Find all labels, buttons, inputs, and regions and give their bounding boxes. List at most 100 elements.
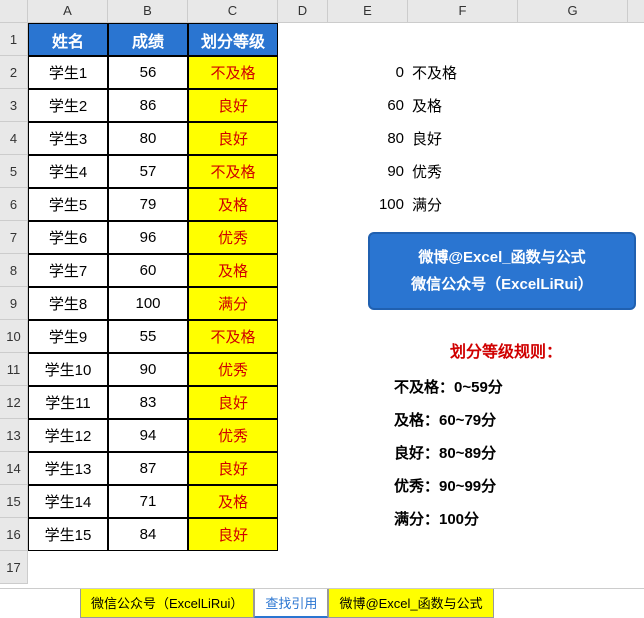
header-grade[interactable]: 划分等级 xyxy=(188,23,278,56)
lookup-threshold[interactable]: 60 xyxy=(328,89,408,122)
header-score[interactable]: 成绩 xyxy=(108,23,188,56)
col-header-E[interactable]: E xyxy=(328,0,408,22)
student-grade[interactable]: 良好 xyxy=(188,518,278,551)
student-score[interactable]: 56 xyxy=(108,56,188,89)
cell-B17[interactable] xyxy=(108,551,188,584)
student-grade[interactable]: 良好 xyxy=(188,452,278,485)
row-header-15[interactable]: 15 xyxy=(0,485,28,518)
row-header-7[interactable]: 7 xyxy=(0,221,28,254)
student-score[interactable]: 84 xyxy=(108,518,188,551)
student-name[interactable]: 学生10 xyxy=(28,353,108,386)
lookup-label[interactable]: 优秀 xyxy=(408,155,518,188)
lookup-label[interactable]: 不及格 xyxy=(408,56,518,89)
row-header-1[interactable]: 1 xyxy=(0,23,28,56)
cell-D17[interactable] xyxy=(278,551,328,584)
row-header-5[interactable]: 5 xyxy=(0,155,28,188)
cell-G4[interactable] xyxy=(518,122,628,155)
cell-F17[interactable] xyxy=(408,551,518,584)
student-grade[interactable]: 良好 xyxy=(188,386,278,419)
cell-G2[interactable] xyxy=(518,56,628,89)
row-header-14[interactable]: 14 xyxy=(0,452,28,485)
student-name[interactable]: 学生11 xyxy=(28,386,108,419)
cell-G3[interactable] xyxy=(518,89,628,122)
student-score[interactable]: 90 xyxy=(108,353,188,386)
row-header-4[interactable]: 4 xyxy=(0,122,28,155)
student-grade[interactable]: 优秀 xyxy=(188,353,278,386)
lookup-label[interactable]: 及格 xyxy=(408,89,518,122)
cell-D12[interactable] xyxy=(278,386,328,419)
lookup-threshold[interactable]: 80 xyxy=(328,122,408,155)
cell-A17[interactable] xyxy=(28,551,108,584)
student-grade[interactable]: 及格 xyxy=(188,188,278,221)
cell-E17[interactable] xyxy=(328,551,408,584)
col-header-A[interactable]: A xyxy=(28,0,108,22)
student-score[interactable]: 60 xyxy=(108,254,188,287)
cell-D11[interactable] xyxy=(278,353,328,386)
row-header-2[interactable]: 2 xyxy=(0,56,28,89)
cell-D15[interactable] xyxy=(278,485,328,518)
student-score[interactable]: 83 xyxy=(108,386,188,419)
student-name[interactable]: 学生12 xyxy=(28,419,108,452)
col-header-D[interactable]: D xyxy=(278,0,328,22)
row-header-9[interactable]: 9 xyxy=(0,287,28,320)
col-header-C[interactable]: C xyxy=(188,0,278,22)
cell-D2[interactable] xyxy=(278,56,328,89)
student-name[interactable]: 学生5 xyxy=(28,188,108,221)
sheet-tab[interactable]: 查找引用 xyxy=(254,589,328,618)
student-name[interactable]: 学生2 xyxy=(28,89,108,122)
student-name[interactable]: 学生1 xyxy=(28,56,108,89)
sheet-tab[interactable]: 微博@Excel_函数与公式 xyxy=(328,589,493,618)
cell-G1[interactable] xyxy=(518,23,628,56)
student-grade[interactable]: 及格 xyxy=(188,254,278,287)
student-score[interactable]: 86 xyxy=(108,89,188,122)
cell-D6[interactable] xyxy=(278,188,328,221)
col-header-B[interactable]: B xyxy=(108,0,188,22)
cell-D10[interactable] xyxy=(278,320,328,353)
row-header-10[interactable]: 10 xyxy=(0,320,28,353)
student-score[interactable]: 96 xyxy=(108,221,188,254)
student-grade[interactable]: 优秀 xyxy=(188,419,278,452)
student-name[interactable]: 学生15 xyxy=(28,518,108,551)
lookup-threshold[interactable]: 0 xyxy=(328,56,408,89)
student-name[interactable]: 学生4 xyxy=(28,155,108,188)
student-grade[interactable]: 不及格 xyxy=(188,320,278,353)
student-score[interactable]: 80 xyxy=(108,122,188,155)
cell-D9[interactable] xyxy=(278,287,328,320)
student-score[interactable]: 87 xyxy=(108,452,188,485)
student-name[interactable]: 学生8 xyxy=(28,287,108,320)
cell-G6[interactable] xyxy=(518,188,628,221)
col-header-G[interactable]: G xyxy=(518,0,628,22)
lookup-threshold[interactable]: 90 xyxy=(328,155,408,188)
cell-D16[interactable] xyxy=(278,518,328,551)
cell-F1[interactable] xyxy=(408,23,518,56)
student-score[interactable]: 100 xyxy=(108,287,188,320)
student-name[interactable]: 学生6 xyxy=(28,221,108,254)
row-header-12[interactable]: 12 xyxy=(0,386,28,419)
student-name[interactable]: 学生13 xyxy=(28,452,108,485)
student-score[interactable]: 55 xyxy=(108,320,188,353)
student-grade[interactable]: 及格 xyxy=(188,485,278,518)
cell-C17[interactable] xyxy=(188,551,278,584)
student-name[interactable]: 学生9 xyxy=(28,320,108,353)
cell-D14[interactable] xyxy=(278,452,328,485)
student-score[interactable]: 79 xyxy=(108,188,188,221)
student-name[interactable]: 学生14 xyxy=(28,485,108,518)
row-header-11[interactable]: 11 xyxy=(0,353,28,386)
student-name[interactable]: 学生7 xyxy=(28,254,108,287)
row-header-3[interactable]: 3 xyxy=(0,89,28,122)
student-grade[interactable]: 满分 xyxy=(188,287,278,320)
cell-E1[interactable] xyxy=(328,23,408,56)
row-header-16[interactable]: 16 xyxy=(0,518,28,551)
cell-D8[interactable] xyxy=(278,254,328,287)
cell-D3[interactable] xyxy=(278,89,328,122)
student-grade[interactable]: 良好 xyxy=(188,89,278,122)
cell-D5[interactable] xyxy=(278,155,328,188)
row-header-6[interactable]: 6 xyxy=(0,188,28,221)
student-score[interactable]: 94 xyxy=(108,419,188,452)
select-all-corner[interactable] xyxy=(0,0,28,22)
student-grade[interactable]: 优秀 xyxy=(188,221,278,254)
cell-D13[interactable] xyxy=(278,419,328,452)
header-name[interactable]: 姓名 xyxy=(28,23,108,56)
lookup-label[interactable]: 良好 xyxy=(408,122,518,155)
student-grade[interactable]: 良好 xyxy=(188,122,278,155)
